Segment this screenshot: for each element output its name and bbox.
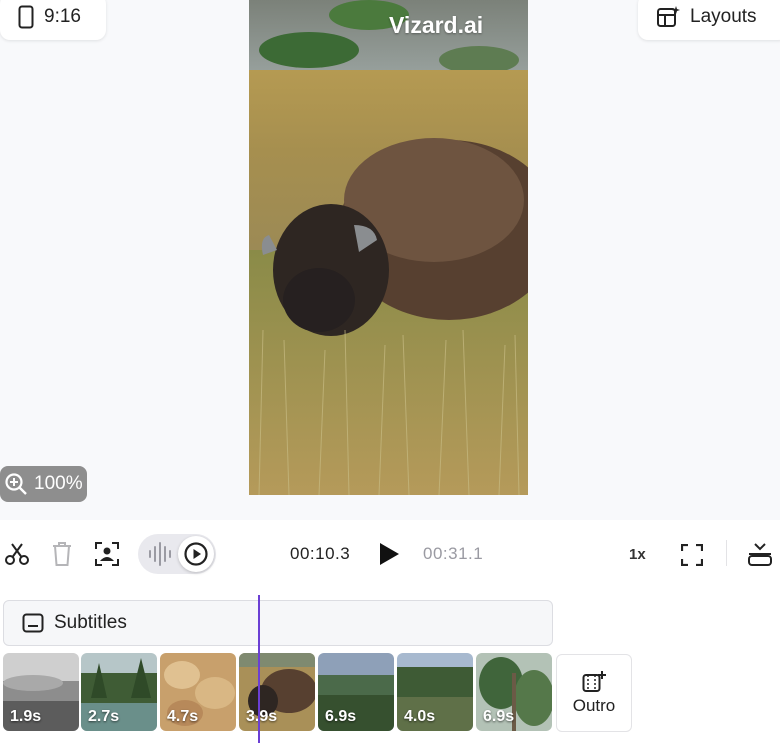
aspect-ratio-label: 9:16 [44,6,81,27]
bison-video-frame [249,0,528,495]
add-outro-button[interactable]: Outro [556,654,632,732]
collapse-icon [748,543,772,566]
zoom-level-button[interactable]: 100% [0,466,87,502]
toolbar-divider [726,540,727,566]
video-preview[interactable]: Vizard.ai [249,0,528,495]
play-circle-icon [184,542,208,566]
clip-duration: 4.7s [167,708,199,725]
fullscreen-button[interactable] [680,543,704,567]
add-outro-icon [582,670,606,692]
layouts-button[interactable]: Layouts [638,0,780,40]
total-time: 00:31.1 [423,544,484,563]
clip-thumbnail[interactable]: 6.9s [318,653,394,731]
delete-button[interactable] [50,541,74,567]
split-button[interactable] [4,541,30,567]
subtitles-icon [22,613,44,633]
audio-mode-button[interactable] [147,541,173,567]
clip-thumbnail[interactable]: 2.7s [81,653,157,731]
clip-thumbnail[interactable]: 1.9s [3,653,79,731]
reframe-speaker-button[interactable] [94,541,120,567]
zoom-level-label: 100% [34,473,83,494]
clip-duration: 3.9s [246,708,278,725]
playhead[interactable] [258,595,260,743]
current-time: 00:10.3 [290,544,351,563]
layouts-label: Layouts [690,6,757,27]
fullscreen-icon [681,544,703,566]
layouts-icon [657,6,680,27]
trash-icon [53,542,71,566]
clip-duration: 4.0s [404,708,436,725]
zoom-in-icon [5,473,27,495]
clip-duration: 6.9s [483,708,515,725]
clip-thumbnail[interactable]: 3.9s [239,653,315,731]
clip-duration: 2.7s [88,708,120,725]
aspect-ratio-button[interactable]: 9:16 [0,0,106,40]
watermark-label: Vizard.ai [389,12,484,38]
scissors-icon [5,543,29,565]
outro-label: Outro [572,695,616,715]
clip-thumbnail[interactable]: 6.9s [476,653,552,731]
phone-icon [18,5,34,29]
video-mode-button[interactable] [178,536,214,572]
clip-duration: 1.9s [10,708,42,725]
clip-thumbnail[interactable]: 4.7s [160,653,236,731]
subtitles-label: Subtitles [54,612,127,633]
clip-thumbnail[interactable]: 4.0s [397,653,473,731]
subtitles-track[interactable]: Subtitles [3,600,553,646]
playback-speed-button[interactable]: 1x [629,546,646,563]
collapse-timeline-button[interactable] [747,542,773,568]
waveform-icon [149,542,171,566]
play-button[interactable] [376,540,402,568]
clip-duration: 6.9s [325,708,357,725]
person-frame-icon [95,542,119,566]
play-icon [380,543,399,565]
